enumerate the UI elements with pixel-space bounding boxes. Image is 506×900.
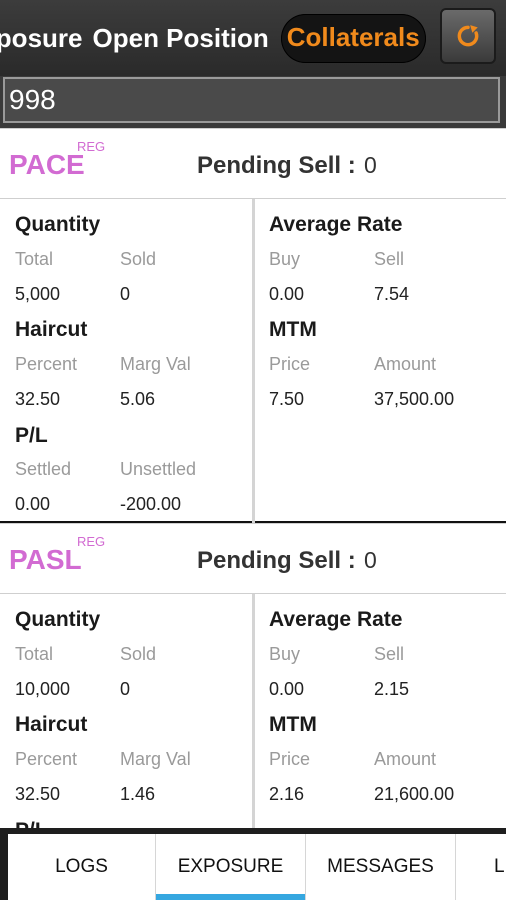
total-label: Total: [15, 644, 54, 664]
sold-label: Sold: [120, 644, 157, 664]
pl-title: P/L: [15, 819, 48, 828]
percent-label: Percent: [15, 749, 78, 769]
haircut-title: Haircut: [15, 318, 88, 341]
percent-value: 32.50: [15, 784, 61, 804]
settled-label: Settled: [15, 459, 72, 479]
amount-label: Amount: [374, 749, 437, 769]
buy-label: Buy: [269, 249, 301, 269]
sell-label: Sell: [374, 644, 405, 664]
amount-value: 37,500.00: [374, 389, 455, 409]
marg-val-value: 5.06: [120, 389, 156, 409]
sell-label: Sell: [374, 249, 405, 269]
price-label: Price: [269, 749, 311, 769]
tab-exposure[interactable]: Exposure: [0, 23, 93, 54]
settled-value: 0.00: [15, 494, 51, 514]
position-list[interactable]: PACE REG Pending Sell : 0 Quantity Total…: [0, 128, 506, 828]
buy-label: Buy: [269, 644, 301, 664]
total-value: 10,000: [15, 679, 71, 699]
list-item: PASL REG Pending Sell : 0 Quantity Total…: [0, 523, 506, 828]
buy-value: 0.00: [269, 284, 305, 304]
pending-sell-label: Pending Sell :: [197, 152, 356, 179]
symbol-name: PACE: [9, 149, 85, 180]
pending-sell-label: Pending Sell :: [197, 547, 356, 574]
sell-value: 2.15: [374, 679, 410, 699]
pending-sell-value: 0: [364, 547, 377, 573]
nav-tab-logs[interactable]: LOGS: [8, 834, 156, 900]
series-label: REG: [77, 139, 106, 154]
tab-collaterals[interactable]: Collaterals: [280, 13, 426, 63]
mtm-title: MTM: [269, 713, 317, 736]
pending-sell-value: 0: [364, 152, 377, 178]
bottom-nav-tabs: LOGS EXPOSURE MESSAGES L: [8, 834, 506, 900]
mtm-title: MTM: [269, 318, 317, 341]
sold-value: 0: [120, 679, 131, 699]
average-rate-title: Average Rate: [269, 608, 403, 631]
nav-tab-exposure[interactable]: EXPOSURE: [156, 834, 306, 900]
amount-label: Amount: [374, 354, 437, 374]
marg-val-value: 1.46: [120, 784, 156, 804]
search-input[interactable]: [3, 77, 500, 123]
list-item: PACE REG Pending Sell : 0 Quantity Total…: [0, 128, 506, 523]
total-value: 5,000: [15, 284, 61, 304]
refresh-button[interactable]: [440, 8, 496, 64]
refresh-icon: [457, 25, 479, 47]
bottom-nav: LOGS EXPOSURE MESSAGES L: [0, 828, 506, 900]
amount-value: 21,600.00: [374, 784, 455, 804]
marg-val-label: Marg Val: [120, 354, 191, 374]
column-divider: [252, 199, 255, 523]
buy-value: 0.00: [269, 679, 305, 699]
average-rate-title: Average Rate: [269, 213, 403, 236]
marg-val-label: Marg Val: [120, 749, 191, 769]
sold-label: Sold: [120, 249, 157, 269]
item-header: PACE REG Pending Sell : 0: [0, 128, 506, 199]
quantity-title: Quantity: [15, 213, 101, 236]
price-label: Price: [269, 354, 311, 374]
sold-value: 0: [120, 284, 131, 304]
unsettled-label: Unsettled: [120, 459, 197, 479]
pl-title: P/L: [15, 424, 48, 447]
quantity-title: Quantity: [15, 608, 101, 631]
percent-label: Percent: [15, 354, 78, 374]
column-divider: [252, 594, 255, 828]
haircut-title: Haircut: [15, 713, 88, 736]
unsettled-value: -200.00: [120, 494, 182, 514]
price-value: 7.50: [269, 389, 305, 409]
nav-tab-messages[interactable]: MESSAGES: [306, 834, 456, 900]
series-label: REG: [77, 534, 106, 549]
top-tabs: Exposure Open Position Collaterals: [0, 0, 426, 76]
item-header: PASL REG Pending Sell : 0: [0, 523, 506, 594]
tab-open-position[interactable]: Open Position: [93, 23, 279, 54]
price-value: 2.16: [269, 784, 305, 804]
percent-value: 32.50: [15, 389, 61, 409]
top-tab-bar: Exposure Open Position Collaterals: [0, 0, 506, 76]
nav-tab-partial[interactable]: L: [456, 834, 506, 900]
total-label: Total: [15, 249, 54, 269]
symbol-name: PASL: [9, 544, 82, 575]
sell-value: 7.54: [374, 284, 410, 304]
search-bar: [0, 76, 506, 128]
